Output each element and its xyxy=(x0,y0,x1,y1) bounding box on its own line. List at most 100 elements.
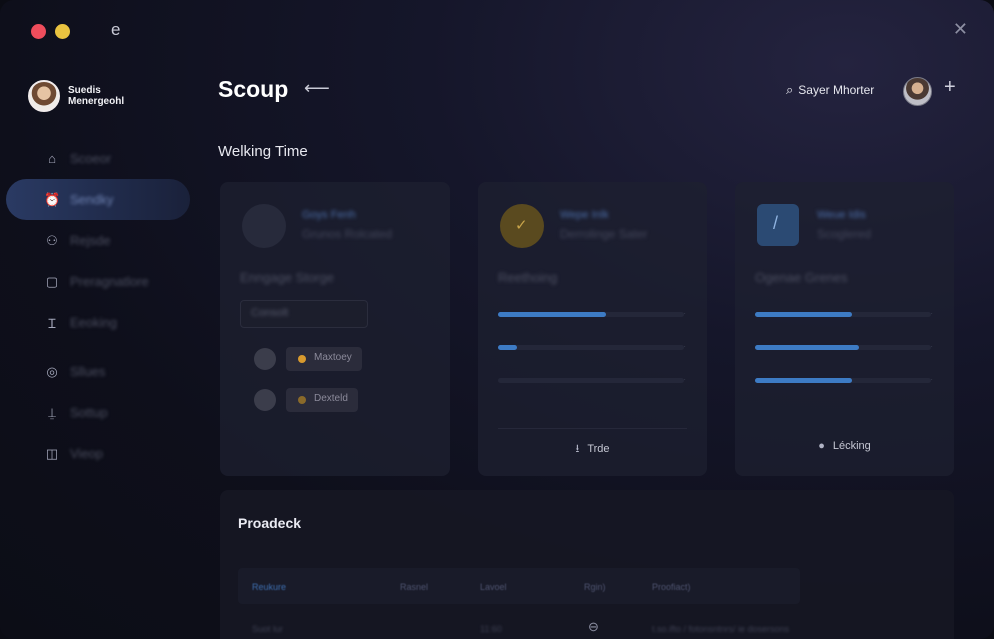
card-footer-label: Lécking xyxy=(832,440,871,452)
column-header[interactable]: Proofiact) xyxy=(652,582,691,592)
column-header[interactable]: Lavoel xyxy=(480,582,507,592)
card-row[interactable]: Maxtoey xyxy=(254,347,404,371)
sidebar-item-label: Vieop xyxy=(70,446,104,461)
table-card: Proadeck Reukure Rasnel Lavoel Rgin) Pro… xyxy=(220,490,954,639)
status-pill: Maxtoey xyxy=(286,347,362,371)
progress-bar-fill xyxy=(755,312,852,317)
bar-end-icon: · xyxy=(683,342,686,351)
sidebar-item-setup[interactable]: ⍊ Sottup xyxy=(6,392,190,433)
profile[interactable]: Suedis Menergeohl xyxy=(28,80,124,112)
card-input-field[interactable]: Consolt xyxy=(240,300,368,328)
card-subheading: Derrolinge Sater xyxy=(560,227,648,241)
status-pill: Dexteld xyxy=(286,388,358,412)
app-window: e ✕ Suedis Menergeohl ⌂ Scoeor ⏰ Sendky … xyxy=(0,0,994,639)
square-icon: ▢ xyxy=(45,273,59,289)
card-organise[interactable]: Weue Idis Scoglered Ogenae Grenes · · · … xyxy=(735,182,954,476)
progress-bar-fill xyxy=(498,312,606,317)
card-footer-button[interactable]: ● Lécking xyxy=(735,440,954,452)
status-circle-icon xyxy=(254,389,276,411)
search-label: Sayer Mhorter xyxy=(798,83,875,97)
sidebar-item-home[interactable]: ⌂ Scoeor xyxy=(6,138,190,179)
search-button[interactable]: ⌕ Sayer Mhorter xyxy=(786,82,874,98)
user-avatar[interactable] xyxy=(903,77,932,106)
progress-bar-fill xyxy=(755,345,859,350)
column-header[interactable]: Rasnel xyxy=(400,582,428,592)
card-heading: Goys Fenh xyxy=(302,209,356,221)
bar-end-icon: · xyxy=(683,375,686,384)
card-row[interactable]: Dexteld xyxy=(254,388,404,412)
dot-icon: ● xyxy=(818,440,825,452)
progress-bar: · xyxy=(755,342,933,351)
sidebar-item-view[interactable]: ◫ Vieop xyxy=(6,433,190,474)
table-cell: 11:60 xyxy=(480,624,502,634)
table-row[interactable]: Suot lur 11:60 ⊖ t.so.ifto / fotonsntnrs… xyxy=(238,614,800,639)
progress-bar: · xyxy=(498,309,686,318)
card-engage[interactable]: Goys Fenh Grunos Rolcated Enngage Storge… xyxy=(220,182,450,476)
minimize-window-dot[interactable] xyxy=(55,24,70,39)
sidebar-item-schedule[interactable]: ⏰ Sendky xyxy=(6,179,190,220)
sidebar-item-label: Rejsde xyxy=(70,233,111,248)
progress-bar-fill xyxy=(498,345,517,350)
sidebar-item-label: Sendky xyxy=(70,192,114,207)
progress-bar-fill xyxy=(755,378,852,383)
sidebar-item-label: Preragnatlore xyxy=(70,274,149,289)
card-divider xyxy=(498,428,687,429)
alarm-clock-icon: ⏰ xyxy=(44,191,61,207)
edit-badge-icon xyxy=(757,204,799,246)
page-title: Scoup xyxy=(218,76,289,102)
chart-icon: ⍊ xyxy=(48,404,56,420)
user-icon: ⚇ xyxy=(46,232,58,248)
chat-icon: ◫ xyxy=(45,445,59,461)
section-title: Welking Time xyxy=(218,143,308,160)
title-bar: e ✕ xyxy=(0,0,994,58)
card-subheading: Grunos Rolcated xyxy=(302,227,393,241)
profile-name: Suedis Menergeohl xyxy=(68,85,124,107)
status-circle-icon xyxy=(254,348,276,370)
sidebar-item-people[interactable]: ⚇ Rejsde xyxy=(6,220,190,261)
download-icon: ⭳ xyxy=(575,443,580,455)
progress-bar: · xyxy=(755,309,933,318)
column-header[interactable]: Reukure xyxy=(252,582,286,592)
table-cell: Suot lur xyxy=(252,624,284,634)
card-footer-label: Trde xyxy=(587,443,610,455)
card-input-value: Consolt xyxy=(251,307,289,319)
app-logo-icon: e xyxy=(111,20,121,39)
sidebar-item-slides[interactable]: ◎ Sllues xyxy=(6,351,190,392)
card-heading: Weue Idis xyxy=(817,209,866,221)
card-badge-icon xyxy=(242,204,286,248)
add-icon[interactable]: + xyxy=(944,76,956,99)
card-subtitle: Enngage Storge xyxy=(240,270,334,285)
sidebar-item-label: Sottup xyxy=(70,405,108,420)
close-window-dot[interactable] xyxy=(31,24,46,39)
sidebar-item-booking[interactable]: Ɪ Eeoking xyxy=(6,302,190,343)
bracket-icon: Ɪ xyxy=(48,315,56,331)
progress-bar: · xyxy=(755,375,933,384)
card-reporting[interactable]: Wepe Inlk Derrolinge Sater Reethoing · ·… xyxy=(478,182,707,476)
close-icon[interactable]: ✕ xyxy=(953,19,968,40)
check-badge-icon xyxy=(500,204,544,248)
profile-line-2: Menergeohl xyxy=(68,96,125,107)
home-icon: ⌂ xyxy=(48,151,56,166)
bar-end-icon: · xyxy=(930,375,933,384)
sidebar-nav: ⌂ Scoeor ⏰ Sendky ⚇ Rejsde ▢ Preragnatlo… xyxy=(6,138,190,474)
row-action-icon[interactable]: ⊖ xyxy=(588,619,599,635)
table-header: Reukure Rasnel Lavoel Rgin) Proofiact) xyxy=(238,568,800,604)
card-heading: Wepe Inlk xyxy=(560,209,609,221)
card-footer-button[interactable]: ⭳ Trde xyxy=(478,440,707,459)
card-subheading: Scoglered xyxy=(817,227,872,241)
sidebar-item-label: Eeoking xyxy=(70,315,117,330)
bar-end-icon: · xyxy=(930,342,933,351)
avatar xyxy=(28,80,60,112)
sidebar-item-label: Scoeor xyxy=(70,151,112,166)
card-subtitle: Reethoing xyxy=(498,270,558,285)
table-cell: t.so.ifto / fotonsntnrs/ ie dosersons xyxy=(652,624,790,634)
sidebar-item-programs[interactable]: ▢ Preragnatlore xyxy=(6,261,190,302)
profile-line-1: Suedis xyxy=(68,85,101,96)
sidebar-item-label: Sllues xyxy=(70,364,106,379)
column-header[interactable]: Rgin) xyxy=(584,582,606,592)
sidebar: Suedis Menergeohl ⌂ Scoeor ⏰ Sendky ⚇ Re… xyxy=(0,58,196,639)
main-content: Scoup ⟵ ⌕ Sayer Mhorter + Welking Time G… xyxy=(196,58,994,639)
back-arrow-icon[interactable]: ⟵ xyxy=(304,78,330,99)
bar-end-icon: · xyxy=(683,309,686,318)
bar-end-icon: · xyxy=(930,309,933,318)
